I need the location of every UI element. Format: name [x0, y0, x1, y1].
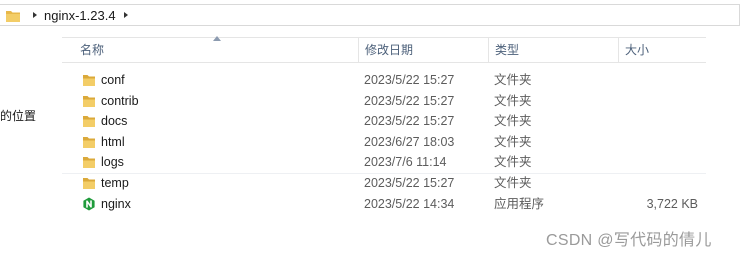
file-name[interactable]: contrib	[101, 91, 139, 111]
file-size	[622, 132, 698, 152]
nav-pane-item[interactable]: 的位置	[0, 107, 36, 124]
file-type: 文件夹	[494, 94, 532, 108]
file-row[interactable]: temp 2023/5/22 15:27 文件夹	[62, 173, 706, 193]
folder-icon	[83, 116, 95, 127]
file-name[interactable]: nginx	[101, 194, 131, 214]
column-header-type[interactable]: 类型	[488, 38, 618, 62]
file-name[interactable]: html	[101, 132, 125, 152]
folder-icon	[83, 75, 95, 86]
row-divider	[62, 173, 706, 174]
file-date: 2023/7/6 11:14	[364, 155, 447, 169]
file-date: 2023/5/22 15:27	[364, 114, 455, 128]
file-type: 文件夹	[494, 114, 532, 128]
folder-icon	[6, 11, 20, 22]
folder-icon	[83, 178, 95, 189]
file-row[interactable]: docs 2023/5/22 15:27 文件夹	[62, 111, 706, 131]
column-header-date[interactable]: 修改日期	[358, 38, 488, 62]
file-date: 2023/5/22 15:27	[364, 176, 455, 190]
file-date: 2023/5/22 15:27	[364, 73, 455, 87]
file-date: 2023/5/22 14:34	[364, 197, 455, 211]
file-row[interactable]: conf 2023/5/22 15:27 文件夹	[62, 70, 706, 90]
file-row[interactable]: nginx 2023/5/22 14:34 应用程序 3,722 KB	[62, 194, 706, 214]
file-size	[622, 173, 698, 193]
column-header-size[interactable]: 大小	[618, 38, 706, 62]
breadcrumb-segment[interactable]: nginx-1.23.4	[44, 8, 116, 23]
file-type: 文件夹	[494, 73, 532, 87]
file-name[interactable]: docs	[101, 111, 127, 131]
file-date: 2023/6/27 18:03	[364, 135, 455, 149]
column-header-name[interactable]: 名称	[74, 38, 358, 62]
file-size	[622, 111, 698, 131]
file-name[interactable]: temp	[101, 173, 129, 193]
nginx-app-icon	[83, 197, 95, 211]
file-name[interactable]: conf	[101, 70, 125, 90]
folder-icon	[83, 96, 95, 107]
chevron-right-icon[interactable]	[121, 9, 131, 21]
file-size	[622, 70, 698, 90]
file-size	[622, 91, 698, 111]
file-size	[622, 152, 698, 172]
watermark: CSDN @写代码的倩儿	[546, 232, 712, 249]
column-headers: 名称 修改日期 类型 大小	[62, 36, 706, 63]
file-name[interactable]: logs	[101, 152, 124, 172]
file-type: 应用程序	[494, 197, 545, 211]
file-size: 3,722 KB	[646, 197, 698, 211]
file-type: 文件夹	[494, 155, 532, 169]
chevron-right-icon[interactable]	[30, 9, 40, 21]
file-row[interactable]: contrib 2023/5/22 15:27 文件夹	[62, 91, 706, 111]
folder-icon	[83, 157, 95, 168]
file-type: 文件夹	[494, 135, 532, 149]
file-row[interactable]: logs 2023/7/6 11:14 文件夹	[62, 152, 706, 172]
file-type: 文件夹	[494, 176, 532, 190]
file-row[interactable]: html 2023/6/27 18:03 文件夹	[62, 132, 706, 152]
file-date: 2023/5/22 15:27	[364, 94, 455, 108]
folder-icon	[83, 137, 95, 148]
